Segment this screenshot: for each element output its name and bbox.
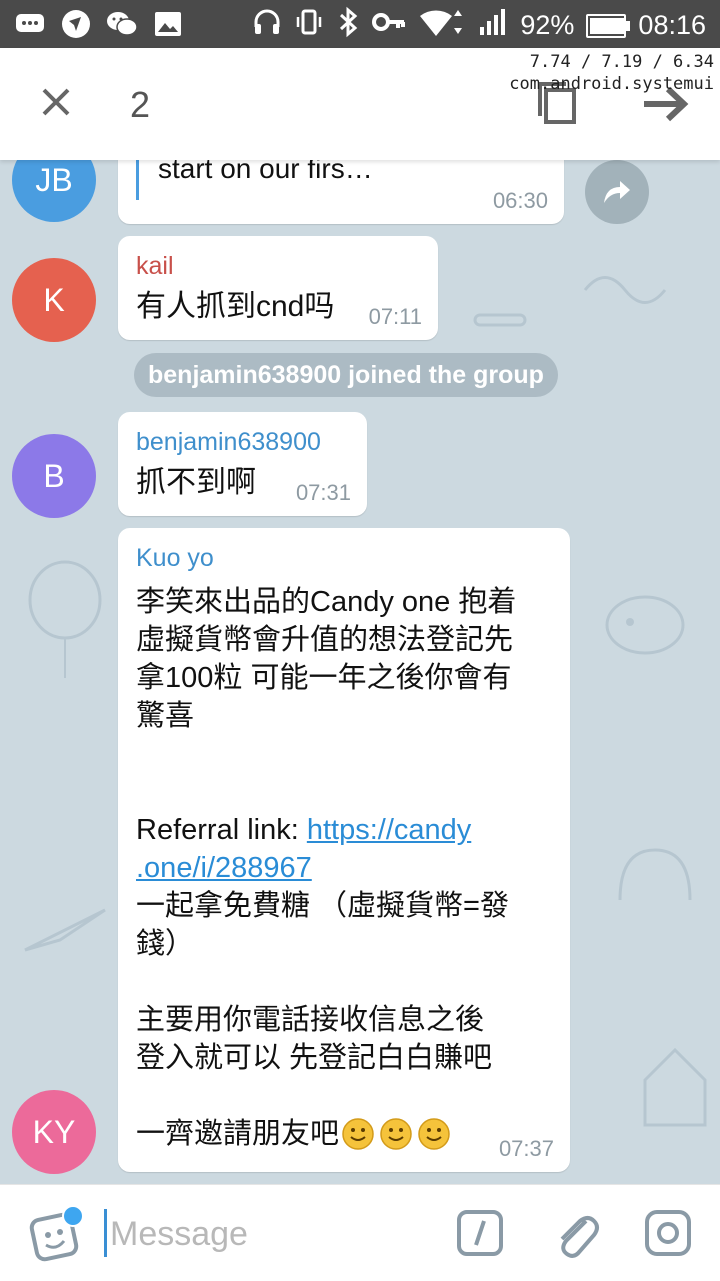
avatar-initials: KY	[32, 1113, 76, 1150]
message-input-bar	[0, 1184, 720, 1281]
referral-link-continued: .one/i/288967	[136, 811, 312, 887]
message-text: 李笑來出品的Candy one 抱着 虛擬貨幣會升值的想法登記先 拿100粒 可…	[136, 586, 517, 732]
avatar[interactable]: KY	[12, 1090, 96, 1174]
chat-history[interactable]: JB start on our firs… 06:30 K kail 有人抓到c…	[0, 160, 720, 1184]
wallpaper-doodle-icon	[583, 276, 667, 304]
status-bar: 92% 08:16	[0, 0, 720, 48]
message-bubble[interactable]: kail 有人抓到cnd吗 07:11	[118, 236, 438, 340]
message-text: start on our firs…	[158, 160, 373, 184]
message-text: 一齊邀請朋友吧	[136, 1118, 340, 1150]
wallpaper-doodle-icon	[643, 1047, 707, 1127]
referral-link[interactable]: https://candy	[307, 814, 471, 846]
avatar[interactable]: JB	[12, 160, 96, 222]
slightly-smiling-face-icon	[380, 1118, 412, 1150]
avatar-initials: JB	[35, 161, 73, 198]
sender-name[interactable]: kail	[136, 252, 174, 281]
wifi-icon	[418, 6, 466, 45]
selected-count: 2	[130, 84, 151, 125]
avatar-initials: B	[43, 457, 65, 494]
avatar-initials: K	[43, 281, 65, 318]
headphones-icon	[252, 7, 282, 44]
message-text: 主要用你電話接收信息之後 登入就可以 先登記白白賺吧	[136, 1004, 493, 1074]
share-icon	[604, 181, 630, 203]
wallpaper-doodle-icon	[605, 595, 685, 655]
wallpaper-doodle-icon	[28, 560, 102, 678]
battery-percent: 92%	[520, 10, 575, 40]
message-text-with-emoji: 一齊邀請朋友吧	[136, 1115, 451, 1153]
message-icon	[14, 8, 46, 40]
debug-package-text: com.android.systemui	[509, 74, 714, 94]
debug-fps-text: 7.74 / 7.19 / 6.34	[529, 52, 714, 72]
close-icon[interactable]	[34, 80, 78, 124]
vibrate-icon	[294, 7, 324, 44]
wallpaper-doodle-icon	[473, 313, 527, 327]
new-stickers-badge	[62, 1205, 84, 1227]
bluetooth-icon	[336, 6, 360, 45]
message-time: 07:37	[498, 1136, 554, 1161]
message-time: 07:11	[368, 304, 422, 329]
sender-name[interactable]: Kuo yo	[136, 544, 214, 573]
image-icon	[152, 8, 184, 40]
logo-icon	[60, 8, 92, 40]
attach-icon[interactable]	[552, 1207, 600, 1259]
slightly-smiling-face-icon	[418, 1118, 450, 1150]
avatar[interactable]: B	[12, 434, 96, 518]
clock: 08:16	[638, 10, 706, 40]
key-icon	[372, 10, 406, 41]
message-input[interactable]	[108, 1207, 442, 1261]
wallpaper-doodle-icon	[24, 908, 106, 952]
share-message-button[interactable]	[585, 160, 649, 224]
selection-action-bar: 2 7.74 / 7.19 / 6.34 com.android.systemu…	[0, 48, 720, 160]
wechat-icon	[106, 8, 138, 40]
bot-command-icon[interactable]	[456, 1209, 504, 1257]
wallpaper-doodle-icon	[618, 848, 692, 901]
message-text: 抓不到啊	[136, 466, 256, 499]
message-bubble[interactable]: start on our firs… 06:30	[118, 160, 564, 224]
battery-icon	[586, 13, 631, 38]
message-bubble[interactable]: Kuo yo 李笑來出品的Candy one 抱着 虛擬貨幣會升值的想法登記先 …	[118, 528, 570, 1172]
avatar[interactable]: K	[12, 258, 96, 342]
reply-quote-bar	[136, 160, 139, 200]
message-bubble[interactable]: benjamin638900 抓不到啊 07:31	[118, 412, 367, 516]
sender-name[interactable]: benjamin638900	[136, 428, 321, 457]
message-time: 07:31	[295, 480, 351, 505]
message-text: 一起拿免費糖 （虛擬貨幣=發 錢）	[136, 890, 509, 960]
message-text: 有人抓到cnd吗	[136, 290, 335, 323]
camera-icon[interactable]	[644, 1209, 692, 1257]
message-time: 06:30	[492, 188, 548, 213]
text-cursor	[104, 1209, 107, 1257]
slightly-smiling-face-icon	[342, 1118, 374, 1150]
signal-icon	[478, 7, 508, 44]
service-message: benjamin638900 joined the group	[134, 353, 558, 397]
referral-link[interactable]: .one/i/288967	[136, 852, 312, 884]
